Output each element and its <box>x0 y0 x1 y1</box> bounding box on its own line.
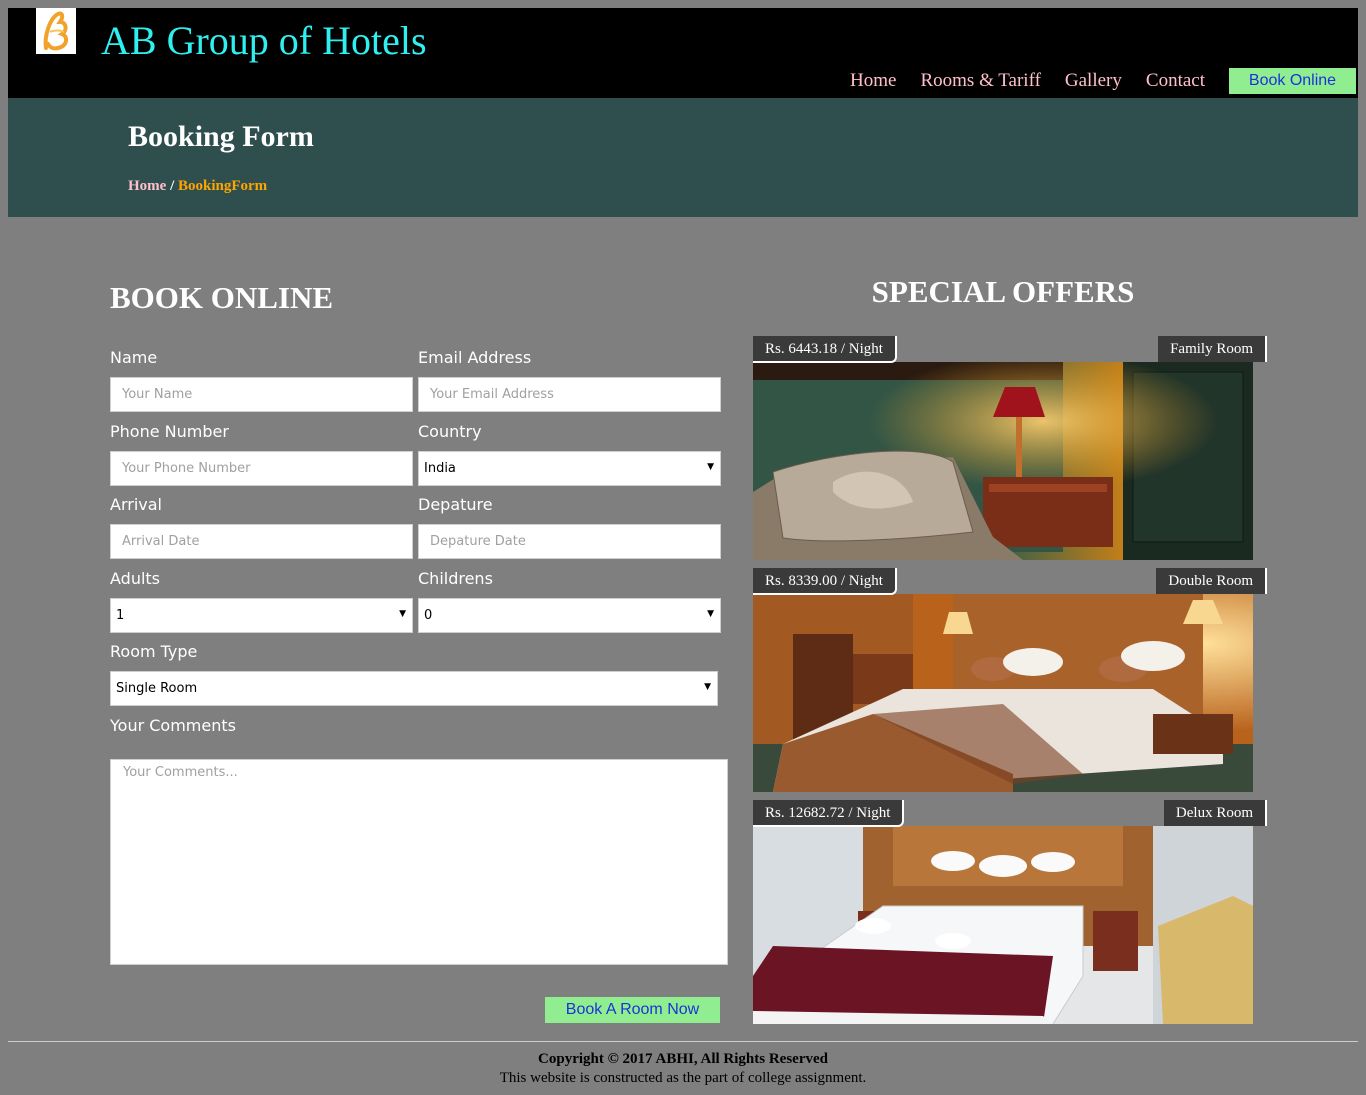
page-title: Booking Form <box>128 120 314 153</box>
country-select[interactable]: India ▼ <box>418 451 721 486</box>
offer-price: Rs. 8339.00 / Night <box>753 568 897 595</box>
comments-label: Your Comments <box>110 716 236 735</box>
footer-copyright: Copyright © 2017 ABHI, All Rights Reserv… <box>538 1051 828 1067</box>
form-title: BOOK ONLINE <box>110 280 334 315</box>
offer-room-name: Delux Room <box>1163 800 1267 826</box>
arrival-input[interactable] <box>111 525 412 558</box>
room-type-label: Room Type <box>110 642 198 661</box>
offers-title: SPECIAL OFFERS <box>871 274 1135 309</box>
comments-field[interactable] <box>110 759 728 965</box>
logo[interactable] <box>36 8 76 54</box>
nav-gallery[interactable]: Gallery <box>1065 68 1122 94</box>
book-online-button[interactable]: Book Online <box>1229 68 1356 94</box>
name-field[interactable] <box>110 377 413 412</box>
offer-card-delux[interactable]: Rs. 12682.72 / Night Delux Room <box>753 800 1267 1024</box>
room-photo-double <box>753 594 1253 792</box>
children-value: 0 <box>424 608 433 623</box>
breadcrumb-home[interactable]: Home <box>128 178 166 194</box>
departure-field[interactable] <box>418 524 721 559</box>
page-banner: Booking Form Home / BookingForm <box>8 98 1358 217</box>
dropdown-arrow-icon: ▼ <box>707 462 714 472</box>
room-type-value: Single Room <box>116 681 198 696</box>
adults-value: 1 <box>116 608 125 623</box>
arrival-field[interactable] <box>110 524 413 559</box>
email-input[interactable] <box>419 378 720 411</box>
offer-room-name: Family Room <box>1158 336 1267 362</box>
breadcrumb-separator: / <box>166 178 178 194</box>
offer-price: Rs. 12682.72 / Night <box>753 800 905 827</box>
adults-select[interactable]: 1 ▼ <box>110 598 413 633</box>
nav-rooms-tariff[interactable]: Rooms & Tariff <box>920 68 1040 94</box>
logo-icon <box>36 8 76 54</box>
departure-input[interactable] <box>419 525 720 558</box>
children-select[interactable]: 0 ▼ <box>418 598 721 633</box>
offer-price: Rs. 6443.18 / Night <box>753 336 897 363</box>
adults-label: Adults <box>110 569 161 588</box>
country-label: Country <box>418 422 482 441</box>
room-photo-family <box>753 362 1253 560</box>
phone-input[interactable] <box>111 452 412 485</box>
nav-home[interactable]: Home <box>850 68 896 94</box>
email-label: Email Address <box>418 348 532 367</box>
name-input[interactable] <box>111 378 412 411</box>
breadcrumb-current: BookingForm <box>178 178 268 194</box>
country-value: India <box>424 461 456 476</box>
name-label: Name <box>110 348 158 367</box>
site-header: AB Group of Hotels Home Rooms & Tariff G… <box>8 8 1358 98</box>
departure-label: Depature <box>418 495 493 514</box>
phone-field[interactable] <box>110 451 413 486</box>
offer-card-family[interactable]: Rs. 6443.18 / Night Family Room <box>753 336 1267 560</box>
book-room-button[interactable]: Book A Room Now <box>545 997 720 1023</box>
email-field[interactable] <box>418 377 721 412</box>
phone-label: Phone Number <box>110 422 229 441</box>
dropdown-arrow-icon: ▼ <box>707 609 714 619</box>
room-photo-delux <box>753 826 1253 1024</box>
footer-divider <box>8 1041 1358 1042</box>
offer-card-double[interactable]: Rs. 8339.00 / Night Double Room <box>753 568 1267 792</box>
site-brand[interactable]: AB Group of Hotels <box>101 18 427 64</box>
footer-note: This website is constructed as the part … <box>499 1070 867 1086</box>
dropdown-arrow-icon: ▼ <box>704 682 711 692</box>
comments-textarea[interactable] <box>111 760 727 964</box>
nav-contact[interactable]: Contact <box>1146 68 1205 94</box>
dropdown-arrow-icon: ▼ <box>399 609 406 619</box>
arrival-label: Arrival <box>110 495 162 514</box>
room-type-select[interactable]: Single Room ▼ <box>110 671 718 706</box>
children-label: Childrens <box>418 569 493 588</box>
main-nav: Home Rooms & Tariff Gallery Contact Book… <box>850 68 1358 94</box>
breadcrumb: Home / BookingForm <box>128 178 267 195</box>
offer-room-name: Double Room <box>1156 568 1267 594</box>
